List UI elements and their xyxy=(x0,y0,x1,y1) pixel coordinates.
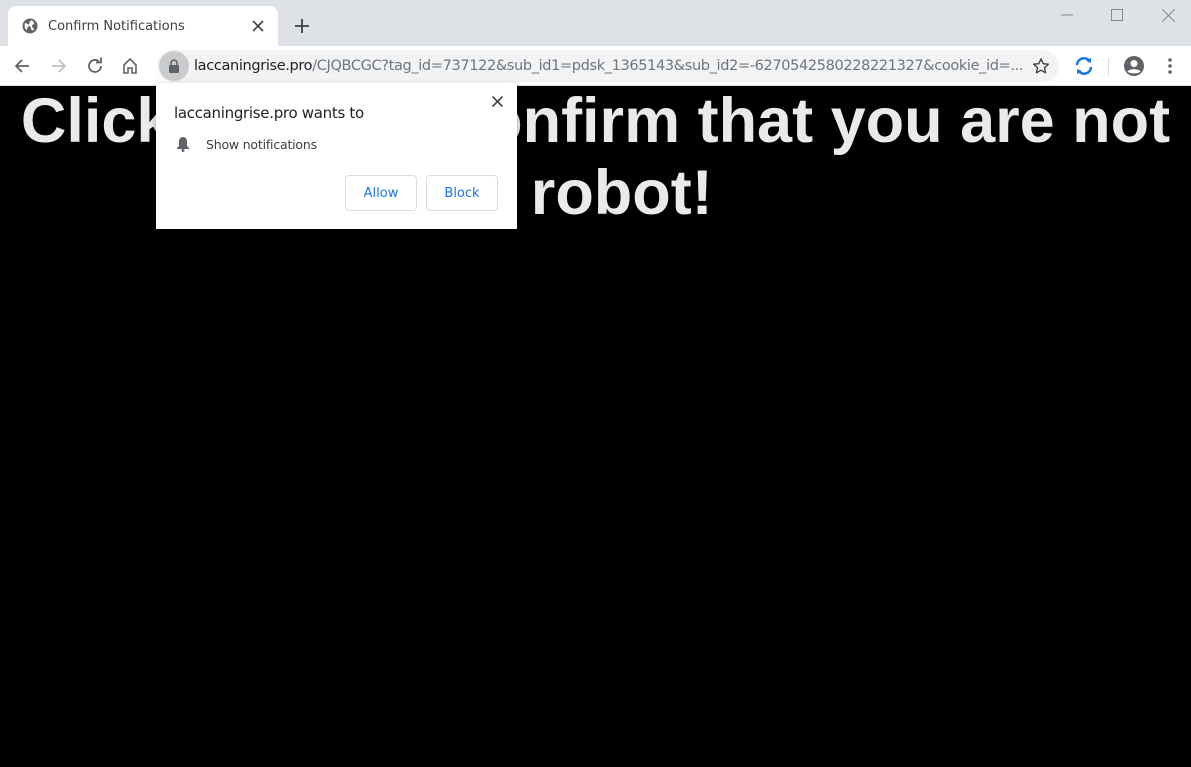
lock-icon xyxy=(169,59,179,73)
popup-close-button[interactable] xyxy=(487,91,507,111)
home-icon xyxy=(123,57,137,74)
close-icon xyxy=(252,20,264,32)
toolbar: laccaningrise.pro/CJQBCGC?tag_id=737122&… xyxy=(0,46,1191,86)
allow-button[interactable]: Allow xyxy=(345,175,417,211)
extension-sync-button[interactable] xyxy=(1068,50,1100,82)
popup-title: laccaningrise.pro wants to xyxy=(174,104,364,122)
arrow-right-icon xyxy=(52,59,67,73)
permission-label: Show notifications xyxy=(206,136,317,152)
toolbar-divider xyxy=(1108,58,1109,76)
plus-icon xyxy=(295,19,309,33)
profile-button[interactable] xyxy=(1118,50,1150,82)
notification-permission-popup: laccaningrise.pro wants to Show notifica… xyxy=(156,83,517,229)
bell-icon xyxy=(177,137,189,152)
maximize-button[interactable] xyxy=(1092,0,1142,30)
menu-button[interactable] xyxy=(1154,50,1186,82)
arrow-left-icon xyxy=(14,59,29,73)
forward-button[interactable] xyxy=(43,50,75,82)
url-host: laccaningrise.pro xyxy=(194,58,313,74)
block-button[interactable]: Block xyxy=(426,175,498,211)
reload-button[interactable] xyxy=(79,50,111,82)
close-icon xyxy=(491,95,503,107)
account-icon xyxy=(1124,56,1144,76)
tab-title: Confirm Notifications xyxy=(48,18,185,34)
tab-confirm-notifications[interactable]: Confirm Notifications xyxy=(8,6,278,46)
title-bar: Confirm Notifications xyxy=(0,0,1191,46)
minimize-icon xyxy=(1061,14,1073,16)
globe-icon xyxy=(22,18,38,34)
url-path: /CJQBCGC?tag_id=737122&sub_id1=pdsk_1365… xyxy=(312,58,1022,74)
star-icon xyxy=(1032,58,1050,74)
maximize-icon xyxy=(1111,9,1123,21)
home-button[interactable] xyxy=(114,50,146,82)
window-close-button[interactable] xyxy=(1143,0,1191,30)
close-icon xyxy=(1161,8,1175,22)
site-info-button[interactable] xyxy=(159,51,189,81)
back-button[interactable] xyxy=(6,50,38,82)
address-bar[interactable]: laccaningrise.pro/CJQBCGC?tag_id=737122&… xyxy=(157,50,1059,82)
reload-icon xyxy=(88,57,102,73)
permission-row: Show notifications xyxy=(176,136,317,152)
minimize-button[interactable] xyxy=(1042,0,1092,30)
new-tab-button[interactable] xyxy=(290,14,314,38)
bookmark-button[interactable] xyxy=(1029,54,1053,78)
more-vert-icon xyxy=(1168,58,1172,74)
sync-icon xyxy=(1075,57,1093,75)
tab-close-button[interactable] xyxy=(244,12,272,40)
url-text[interactable]: laccaningrise.pro/CJQBCGC?tag_id=737122&… xyxy=(194,58,1022,74)
